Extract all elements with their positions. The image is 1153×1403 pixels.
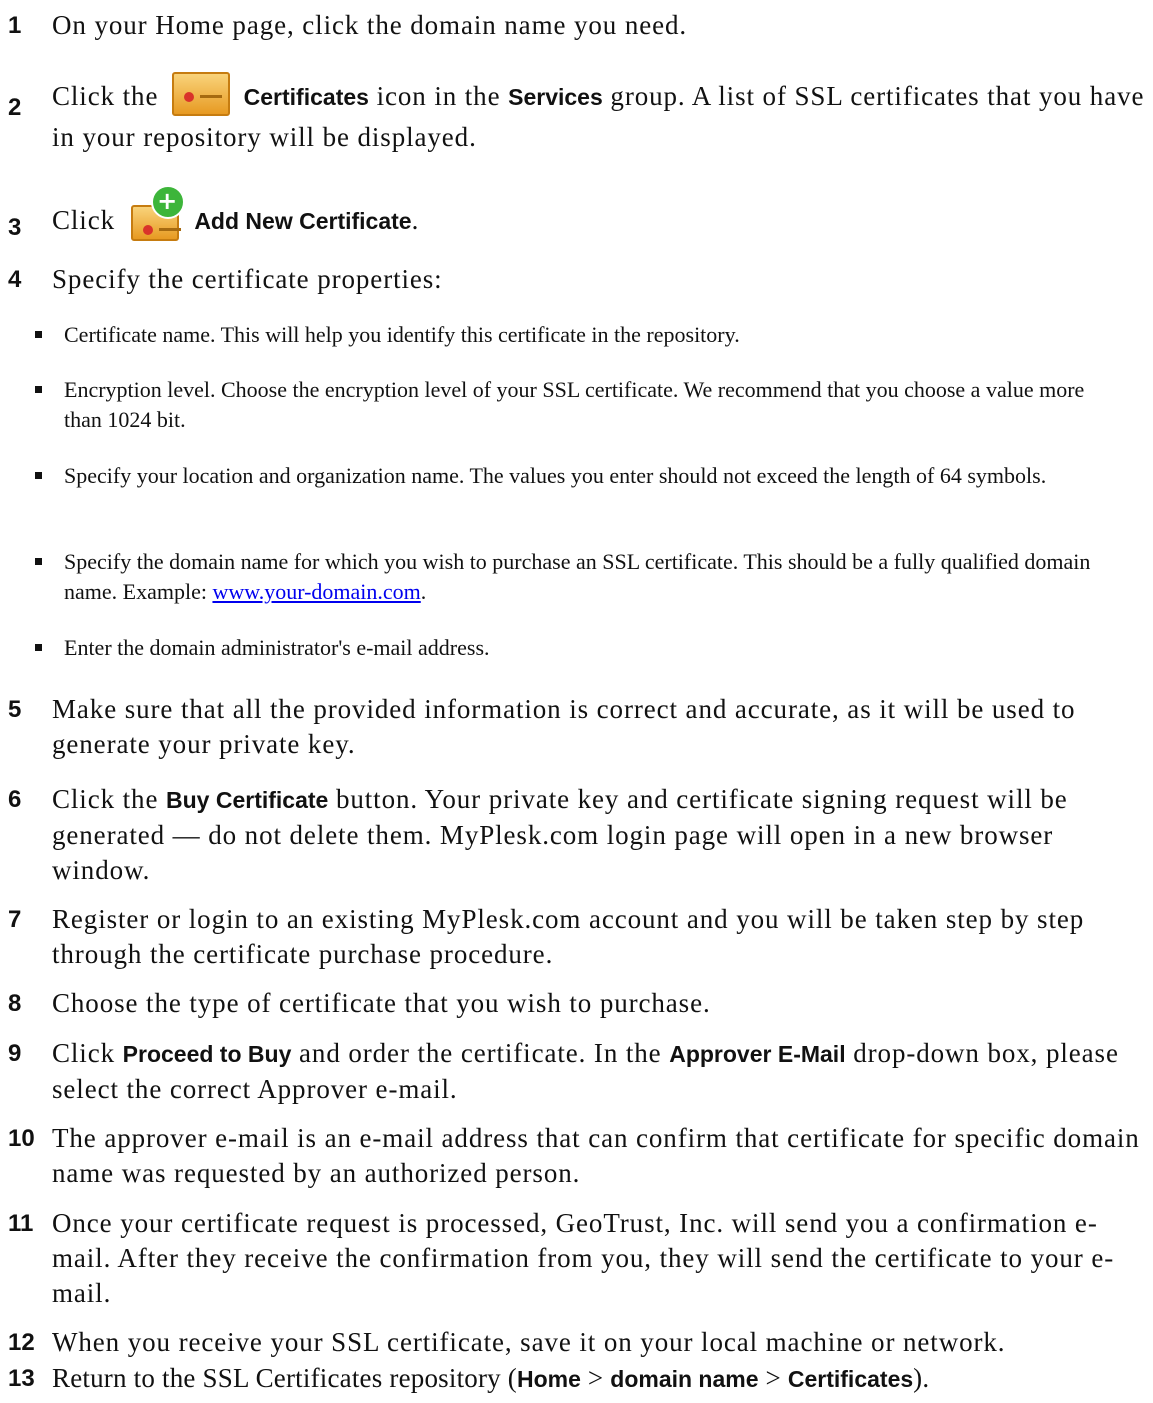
step-text: icon in the — [376, 81, 501, 112]
breadcrumb-separator: > — [765, 1363, 781, 1393]
step-number: 5 — [8, 696, 22, 723]
certificates-label: Certificates — [787, 1366, 914, 1392]
step-6: 6 Click the Buy Certificate button. Your… — [8, 782, 1152, 888]
step-3: 3 Click + Add New Certificate. — [8, 184, 1148, 241]
step-number: 3 — [8, 214, 22, 241]
bullet-icon — [35, 386, 42, 393]
step-text: Return to the SSL Certificates repositor… — [52, 1363, 518, 1393]
step-text: Register or login to an existing MyPlesk… — [52, 904, 1085, 969]
step-text: ). — [913, 1363, 930, 1393]
bullet-icon — [35, 558, 42, 565]
step-number: 11 — [8, 1210, 34, 1237]
certificates-label: Certificates — [243, 84, 369, 111]
step-text: Click — [52, 205, 115, 235]
step-text: Specify the certificate properties: — [52, 264, 443, 294]
domain-name-label: domain name — [610, 1366, 759, 1392]
services-group-label: Services — [508, 84, 603, 111]
step-number: 7 — [8, 906, 22, 933]
list-item: Enter the domain administrator's e-mail … — [8, 633, 1138, 683]
step-number: 10 — [8, 1125, 35, 1152]
add-certificate-icon: + — [130, 184, 185, 241]
step-12: 12 When you receive your SSL certificate… — [8, 1325, 1152, 1360]
list-item: Specify your location and organization n… — [8, 461, 1138, 547]
certificate-icon — [172, 72, 230, 116]
step-text: Click the — [52, 784, 159, 814]
step-10: 10 The approver e-mail is an e-mail addr… — [8, 1121, 1152, 1191]
step-text: The approver e-mail is an e-mail address… — [52, 1123, 1140, 1188]
step-text: Click — [52, 1038, 115, 1068]
step-text: Choose the type of certificate that you … — [52, 988, 711, 1018]
step-13: 13 Return to the SSL Certificates reposi… — [8, 1361, 1153, 1397]
list-item-text: . — [420, 579, 427, 604]
step-number: 8 — [8, 990, 22, 1017]
step-text: On your Home page, click the domain name… — [52, 10, 688, 40]
home-label: Home — [517, 1366, 581, 1392]
step-8: 8 Choose the type of certificate that yo… — [8, 986, 1152, 1021]
bullet-icon — [35, 331, 42, 338]
bullet-icon — [35, 472, 42, 479]
step-text: and order the certificate. In the — [299, 1038, 662, 1068]
step-4: 4 Specify the certificate properties: — [8, 262, 1148, 297]
step-2: 2 Click the Certificates icon in the Ser… — [8, 72, 1148, 155]
buy-certificate-label: Buy Certificate — [166, 787, 329, 813]
step-number: 9 — [8, 1040, 22, 1067]
list-item-text: Encryption level. Choose the encryption … — [64, 377, 1085, 432]
list-item: Encryption level. Choose the encryption … — [8, 375, 1138, 461]
add-new-certificate-label: Add New Certificate — [194, 208, 412, 234]
step-text: Once your certificate request is process… — [52, 1208, 1115, 1308]
properties-list: Certificate name. This will help you ide… — [8, 320, 1138, 683]
approver-email-label: Approver E-Mail — [669, 1041, 846, 1067]
list-item: Specify the domain name for which you wi… — [8, 547, 1138, 633]
step-9: 9 Click Proceed to Buy and order the cer… — [8, 1036, 1152, 1107]
list-item-text: Enter the domain administrator's e-mail … — [64, 635, 490, 660]
list-item-text: Specify your location and organization n… — [64, 463, 1047, 488]
step-text: When you receive your SSL certificate, s… — [52, 1327, 1006, 1357]
step-7: 7 Register or login to an existing MyPle… — [8, 902, 1152, 972]
example-domain-link[interactable]: www.your-domain.com — [212, 579, 420, 604]
step-number: 13 — [8, 1365, 35, 1392]
step-text: . — [411, 205, 420, 235]
list-item: Certificate name. This will help you ide… — [8, 320, 1138, 375]
step-number: 12 — [8, 1329, 35, 1356]
step-1: 1 On your Home page, click the domain na… — [8, 8, 1148, 43]
step-5: 5 Make sure that all the provided inform… — [8, 692, 1152, 762]
plus-icon: + — [150, 184, 185, 219]
step-number: 2 — [8, 94, 22, 121]
step-number: 4 — [8, 266, 22, 293]
proceed-to-buy-label: Proceed to Buy — [122, 1041, 292, 1067]
step-number: 1 — [8, 12, 22, 39]
step-number: 6 — [8, 786, 22, 813]
breadcrumb-separator: > — [587, 1363, 604, 1393]
list-item-text: Certificate name. This will help you ide… — [64, 322, 740, 347]
step-11: 11 Once your certificate request is proc… — [8, 1206, 1152, 1311]
step-text: Click the — [52, 81, 159, 112]
bullet-icon — [35, 644, 42, 651]
step-text: Make sure that all the provided informat… — [52, 694, 1076, 759]
